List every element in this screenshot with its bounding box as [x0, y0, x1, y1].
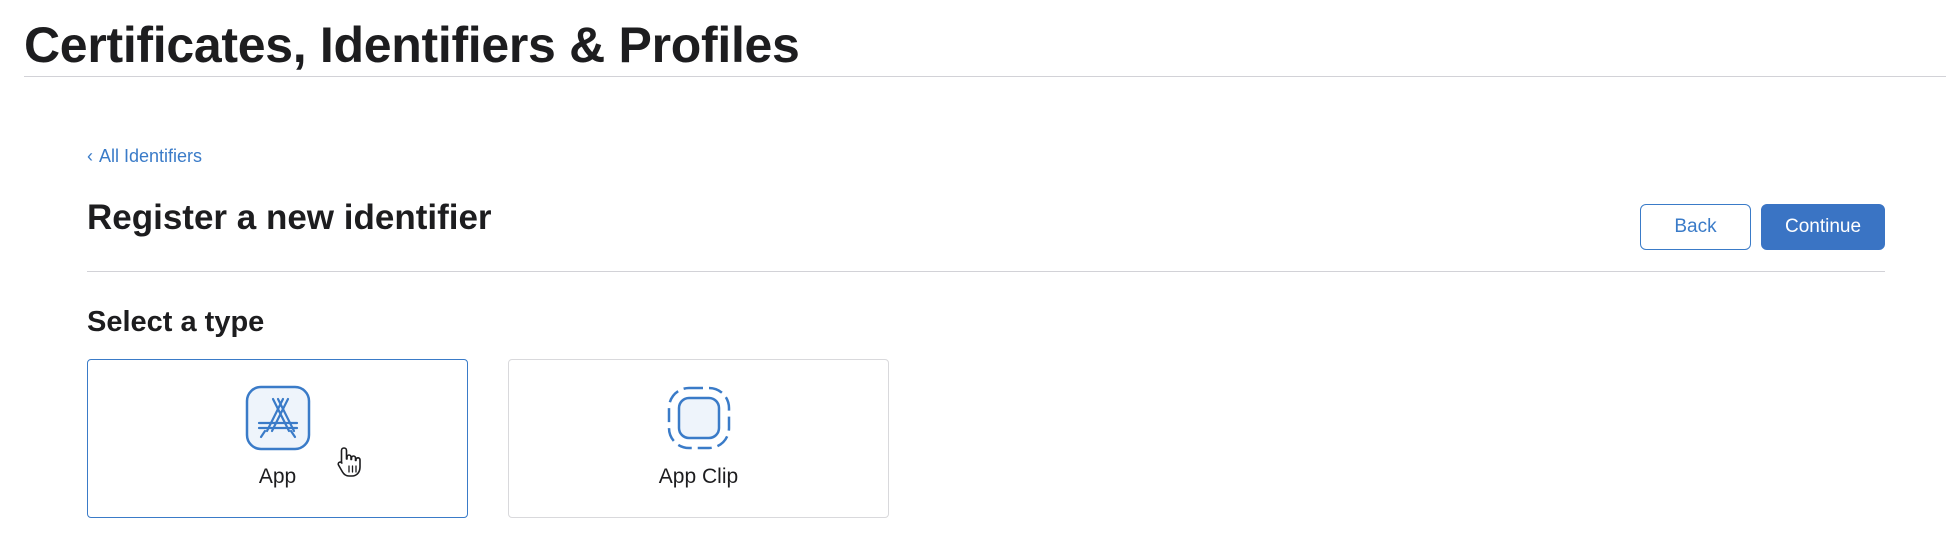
select-type-heading: Select a type — [87, 306, 265, 338]
type-card-app-clip[interactable]: App Clip — [508, 359, 889, 518]
type-card-app-label: App — [258, 465, 297, 488]
page-title: Certificates, Identifiers & Profiles — [24, 17, 800, 73]
page-header: Certificates, Identifiers & Profiles — [24, 14, 1946, 77]
all-identifiers-link[interactable]: ‹ All Identifiers — [87, 146, 202, 167]
app-store-icon — [245, 385, 310, 451]
app-clip-icon — [667, 386, 730, 450]
all-identifiers-label: All Identifiers — [99, 146, 203, 166]
type-card-app[interactable]: App — [87, 359, 468, 518]
continue-button[interactable]: Continue — [1761, 204, 1885, 250]
chevron-left-icon: ‹ — [87, 146, 93, 166]
register-identifier-title: Register a new identifier — [87, 198, 492, 237]
back-button[interactable]: Back — [1640, 204, 1751, 250]
type-card-app-clip-label: App Clip — [658, 465, 739, 488]
section-divider — [87, 271, 1885, 272]
